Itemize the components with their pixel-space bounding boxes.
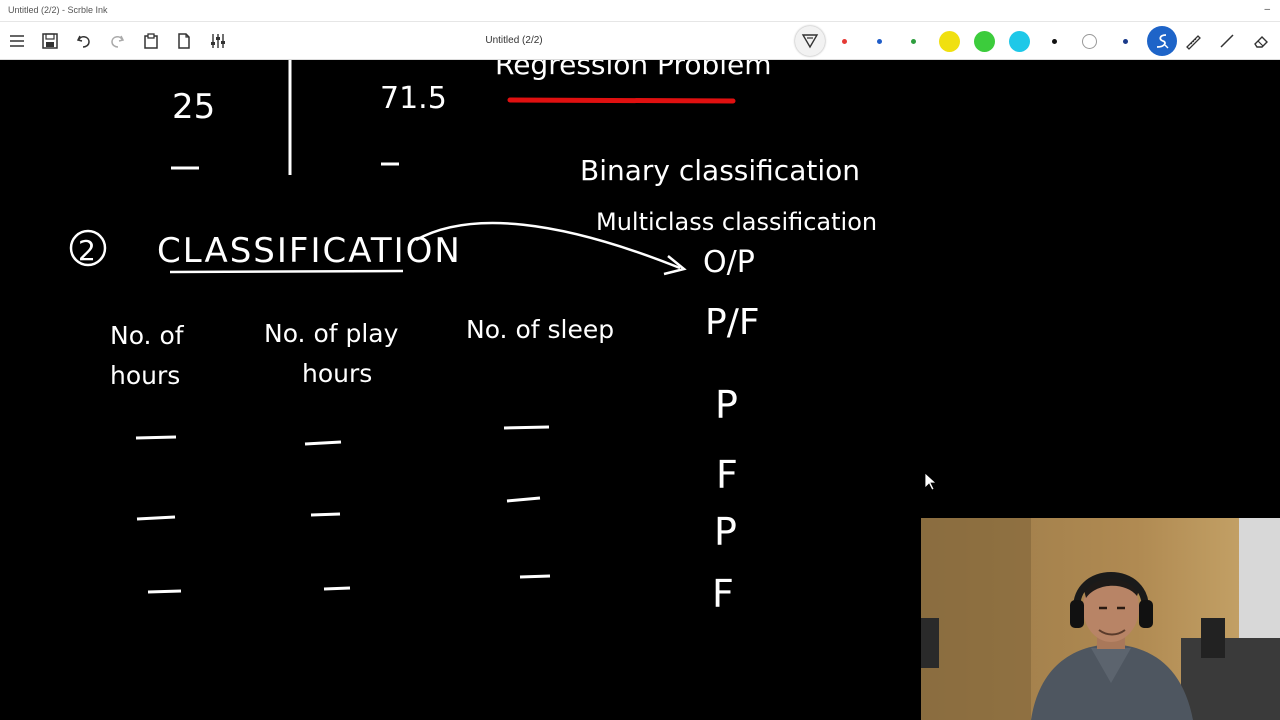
document-title: Untitled (2/2) xyxy=(485,35,543,46)
color-cyan-swatch[interactable] xyxy=(1009,31,1030,52)
minimize-button[interactable]: – xyxy=(1264,4,1270,15)
binary-classification-text: Binary classification xyxy=(580,154,860,187)
red-underline xyxy=(507,97,736,104)
color-lime-swatch[interactable] xyxy=(974,31,995,52)
color-black-swatch[interactable] xyxy=(1052,39,1057,44)
pen-icon[interactable] xyxy=(1147,26,1177,56)
output-value: P xyxy=(714,510,737,554)
dash-mark xyxy=(506,496,541,503)
multiclass-classification-text: Multiclass classification xyxy=(596,208,877,236)
title-underline xyxy=(169,269,404,274)
section-number: 2 xyxy=(78,234,96,267)
dash-mark xyxy=(135,435,177,440)
dash-mark xyxy=(304,440,342,446)
section-title: CLASSIFICATION xyxy=(157,231,462,271)
color-red-swatch[interactable] xyxy=(842,39,847,44)
output-value: F xyxy=(712,572,734,616)
output-value: P xyxy=(715,383,738,427)
color-green-swatch[interactable] xyxy=(911,39,916,44)
top-left-value: 25 xyxy=(172,87,215,127)
dash-mark xyxy=(147,589,182,594)
output-header: P/F xyxy=(705,302,760,343)
window-titlebar: Untitled (2/2) - Scrble Ink – xyxy=(0,0,1280,22)
line-tool-icon[interactable] xyxy=(1215,29,1239,53)
dash-mark xyxy=(503,425,550,430)
color-yellow-swatch[interactable] xyxy=(939,31,960,52)
output-value: F xyxy=(716,453,738,497)
column-2-line-1: No. of play xyxy=(264,319,399,348)
toolbar: Untitled (2/2) xyxy=(0,22,1280,60)
column-1-line-2: hours xyxy=(110,361,180,390)
dash-mark xyxy=(323,586,351,591)
mouse-cursor-icon xyxy=(924,472,938,491)
regression-problem-text: Regression Problem xyxy=(495,60,772,81)
color-navy-swatch[interactable] xyxy=(1123,39,1128,44)
eraser-icon[interactable] xyxy=(1249,29,1273,53)
app-title: Untitled (2/2) - Scrble Ink xyxy=(8,5,108,15)
color-white-swatch[interactable] xyxy=(1082,34,1097,49)
presenter-video xyxy=(921,518,1280,720)
color-blue-swatch[interactable] xyxy=(877,39,882,44)
dash-mark xyxy=(310,512,341,517)
filter-icon[interactable] xyxy=(795,26,825,56)
webcam-overlay xyxy=(921,518,1280,720)
dash-mark xyxy=(136,515,176,521)
top-middle-value: 71.5 xyxy=(380,81,447,116)
ruler-icon[interactable] xyxy=(1181,29,1205,53)
dash-mark xyxy=(519,574,551,579)
column-1-line-1: No. of xyxy=(110,321,185,350)
column-2-line-2: hours xyxy=(302,359,372,388)
column-3-line-1: No. of sleep xyxy=(466,315,614,344)
output-label: O/P xyxy=(703,245,755,280)
